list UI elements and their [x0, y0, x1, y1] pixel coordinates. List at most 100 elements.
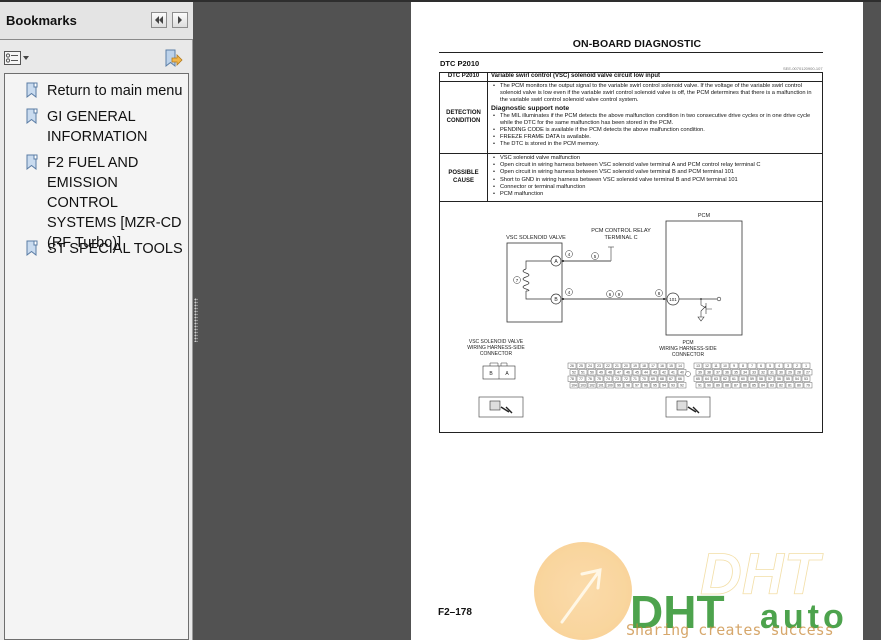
- panel-resize-handle[interactable]: [194, 298, 198, 342]
- pcm-pin-number: 54: [795, 377, 799, 381]
- bookmark-item-return-to-main-menu[interactable]: Return to main menu: [25, 81, 189, 101]
- pcm-pin-number: 12: [705, 364, 709, 368]
- pcm-pin-number: 87: [734, 384, 738, 388]
- pcm-pin-number: 86: [743, 384, 747, 388]
- pcm-pin-number: 67: [669, 377, 673, 381]
- pcm-pin-number: 31: [770, 371, 774, 375]
- pcm-pin-number: 34: [743, 371, 747, 375]
- pcm-pin-number: 16: [660, 364, 664, 368]
- expand-bookmark-button[interactable]: [163, 49, 183, 69]
- pcm-pin-number: 23: [597, 364, 601, 368]
- pcm-pin-number: 40: [680, 371, 684, 375]
- bullet-item: Connector or terminal malfunction: [491, 184, 819, 191]
- pcm-pin-number: 68: [660, 377, 664, 381]
- pcm-pin-number: 104: [571, 384, 577, 388]
- pcm-pin-number: 3: [787, 364, 789, 368]
- pcm-pin-number: 98: [626, 384, 630, 388]
- pcm-pin-number: 2: [796, 364, 798, 368]
- pcm-pin-number: 85: [752, 384, 756, 388]
- pcm-pin-number: 36: [725, 371, 729, 375]
- bullet-item: PENDING CODE is available if the PCM det…: [491, 127, 819, 134]
- pcm-pin-number: 8: [742, 364, 744, 368]
- row-value: Variable swirl control (VSC) solenoid va…: [491, 73, 661, 79]
- pcm-pin-number: 45: [635, 371, 639, 375]
- pcm-pin-number: 42: [662, 371, 666, 375]
- wiring-diagram: VSC SOLENOID VALVE A B 7 PCM CONTROL REL…: [467, 213, 813, 418]
- coil-wire: [525, 260, 551, 300]
- pcm-pin-number: 96: [644, 384, 648, 388]
- pcm-pin-number: 37: [716, 371, 720, 375]
- pcm-pin-number: 101: [598, 384, 604, 388]
- pcm-pin-number: 26: [570, 364, 574, 368]
- pcm-connector-key: [685, 371, 691, 377]
- document-id: SEE-0070120900-107: [783, 66, 823, 71]
- pcm-pin-number: 1: [805, 364, 807, 368]
- harness-side-view-icon: [478, 396, 524, 418]
- pcm-pin-number: 52: [572, 371, 576, 375]
- row-value: VSC solenoid valve malfunction Open circ…: [488, 154, 822, 201]
- pcm-pin-number: 56: [777, 377, 781, 381]
- bookmark-icon: [26, 154, 38, 170]
- bookmark-label: ST SPECIAL TOOLS: [47, 241, 183, 257]
- pcm-pin-number: 102: [589, 384, 595, 388]
- bookmark-item-f2-fuel-and-emission[interactable]: F2 FUEL AND EMISSION CONTROL SYSTEMS [MZ…: [25, 153, 189, 253]
- pcm-pin-number: 25: [579, 364, 583, 368]
- bullet-item: Open circuit in wiring harness between V…: [491, 169, 819, 176]
- bookmark-item-st-special-tools[interactable]: ST SPECIAL TOOLS: [25, 239, 189, 259]
- pcm-box: [665, 220, 743, 336]
- pcm-pin-number: 43: [653, 371, 657, 375]
- coil-winding: [522, 268, 530, 292]
- pcm-pin-number: 41: [671, 371, 675, 375]
- options-menu-button[interactable]: [4, 50, 30, 66]
- pcm-pin-number: 77: [579, 377, 583, 381]
- page-heading: ON-BOARD DIAGNOSTIC: [572, 38, 702, 50]
- bookmark-icon: [26, 108, 38, 124]
- pcm-pin-number: 15: [669, 364, 673, 368]
- pcm-pin-number: 73: [615, 377, 619, 381]
- pdf-viewer-window: Bookmarks Return to main menu GI GENERAL…: [0, 0, 881, 640]
- pcm-pin-number: 11: [714, 364, 718, 368]
- pcm-pin-number: 55: [786, 377, 790, 381]
- pcm-pin-number: 48: [608, 371, 612, 375]
- pcm-pin-number: 27: [806, 371, 810, 375]
- pcm-pin-number: 29: [788, 371, 792, 375]
- pcm-pin-number: 70: [642, 377, 646, 381]
- pcm-pin-number: 84: [761, 384, 765, 388]
- pcm-pin-number: 28: [797, 371, 801, 375]
- pcm-pin-number: 51: [581, 371, 585, 375]
- bookmark-item-gi-general-information[interactable]: GI GENERAL INFORMATION: [25, 107, 189, 147]
- junction-dot: [663, 298, 665, 300]
- collapse-panel-button[interactable]: [151, 12, 167, 28]
- row-value: The PCM monitors the output signal to th…: [488, 82, 822, 153]
- bookmarks-tree: Return to main menu GI GENERAL INFORMATI…: [4, 73, 189, 640]
- pcm-pin-number: 83: [770, 384, 774, 388]
- pcm-pin-number: 92: [680, 384, 684, 388]
- pcm-pin-number: 79: [806, 384, 810, 388]
- pcm-pin-number: 64: [705, 377, 709, 381]
- junction-dot: [562, 260, 564, 262]
- bullet-item: Open circuit in wiring harness between V…: [491, 162, 819, 169]
- heading-rule: [439, 52, 823, 53]
- watermark-tagline: Sharing creates success: [626, 621, 834, 639]
- pcm-pin-number: 33: [752, 371, 756, 375]
- diagnostic-support-note-heading: Diagnostic support note: [491, 104, 570, 112]
- pcm-pin-number: 9: [733, 364, 735, 368]
- pcm-pin-number: 78: [570, 377, 574, 381]
- harness-side-view-icon: [665, 396, 711, 418]
- pcm-pin-number: 103: [580, 384, 586, 388]
- junction-dot: [562, 298, 564, 300]
- pcm-pin-number: 32: [761, 371, 765, 375]
- pcm-pin-number: 19: [633, 364, 637, 368]
- section-heading: DTC P2010: [440, 59, 480, 68]
- bookmark-label: F2 FUEL AND EMISSION CONTROL SYSTEMS [MZ…: [47, 155, 182, 251]
- pcm-pin-number: 50: [590, 371, 594, 375]
- pcm-pin-number: 47: [617, 371, 621, 375]
- pcm-output-node: [716, 296, 722, 302]
- pcm-pin-number: 6: [760, 364, 762, 368]
- pcm-pin-number: 82: [779, 384, 783, 388]
- transistor-symbol: [700, 299, 712, 317]
- bookmarks-title: Bookmarks: [6, 13, 77, 28]
- next-panel-button[interactable]: [172, 12, 188, 28]
- ground-symbol: [697, 316, 705, 322]
- pcm-pin-number: 97: [635, 384, 639, 388]
